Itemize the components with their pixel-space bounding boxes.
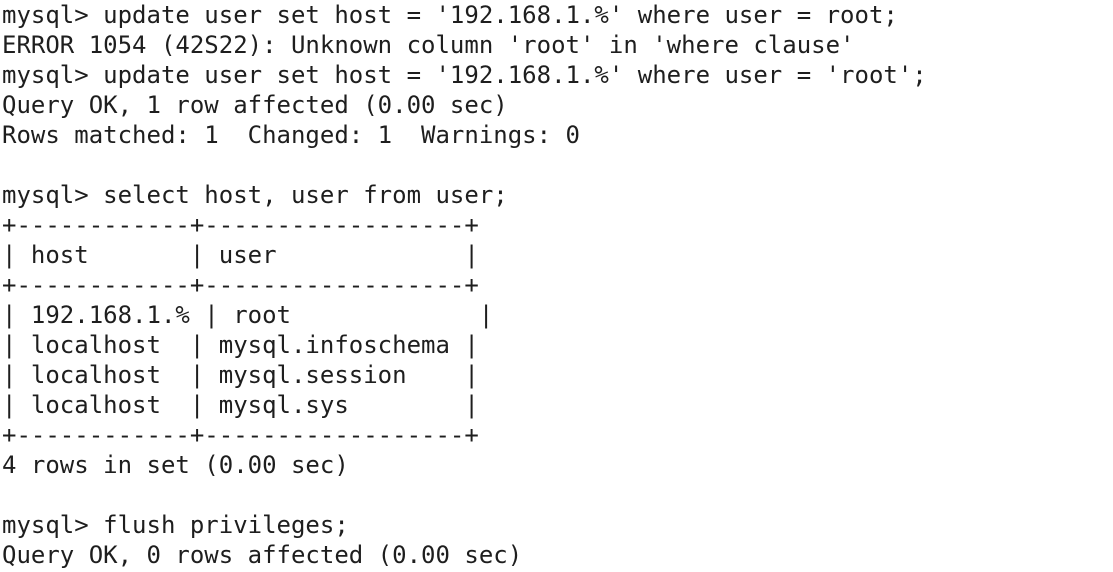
terminal-line: Query OK, 1 row affected (0.00 sec) [2,91,508,119]
terminal-line: mysql> update user set host = '192.168.1… [2,1,898,29]
result-table-border: +------------+------------------+ [2,211,479,239]
result-table-row: | 192.168.1.% | root | [2,301,494,329]
terminal-line: 4 rows in set (0.00 sec) [2,451,349,479]
result-table-row: | localhost | mysql.sys | [2,391,479,419]
terminal-line: ERROR 1054 (42S22): Unknown column 'root… [2,31,855,59]
result-table-row: | localhost | mysql.infoschema | [2,331,479,359]
terminal-line: mysql> flush privileges; [2,511,349,539]
result-table-row: | localhost | mysql.session | [2,361,479,389]
terminal-line: Rows matched: 1 Changed: 1 Warnings: 0 [2,121,580,149]
terminal-line: mysql> update user set host = '192.168.1… [2,61,927,89]
terminal-line: Query OK, 0 rows affected (0.00 sec) [2,541,523,569]
result-table-header: | host | user | [2,241,479,269]
terminal-output[interactable]: mysql> update user set host = '192.168.1… [0,0,1113,572]
result-table-border: +------------+------------------+ [2,271,479,299]
terminal-line: mysql> select host, user from user; [2,181,508,209]
result-table-border: +------------+------------------+ [2,421,479,449]
